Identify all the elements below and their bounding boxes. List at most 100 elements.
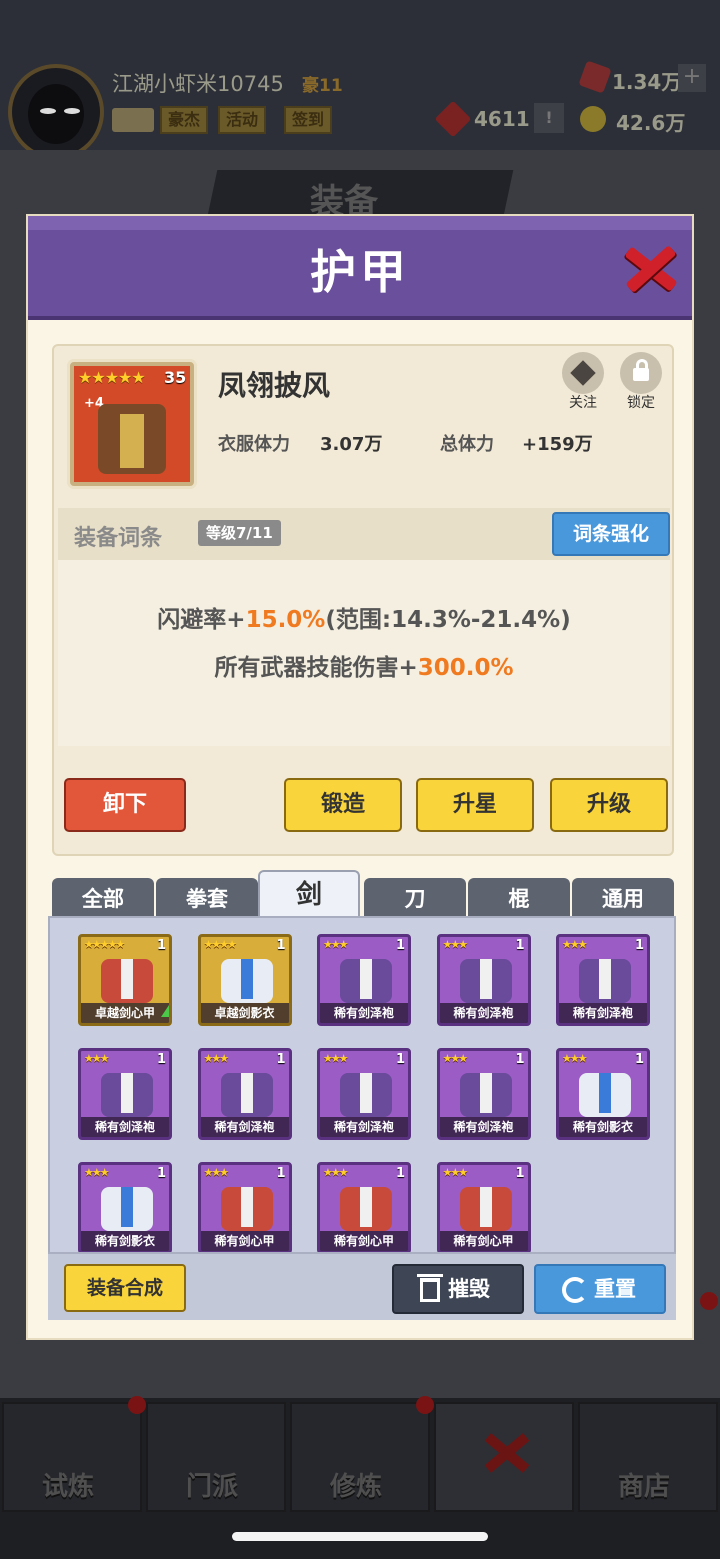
tab-gloves[interactable]: 拳套 (156, 878, 258, 918)
armor-collar (599, 959, 611, 999)
item-stars: ★★★★★ (84, 938, 125, 951)
item-name: 卓越剑心甲 (81, 1003, 169, 1023)
hero-button[interactable]: 豪杰 (160, 106, 209, 134)
tab-sword[interactable]: 剑 (258, 870, 360, 918)
item-name: 稀有剑泽袍 (81, 1117, 169, 1137)
affix-label: 装备词条 (74, 526, 163, 551)
item-count: 1 (396, 1052, 406, 1067)
affix-line-dodge: 闪避率+15.0%(范围:14.3%-21.4%) (58, 600, 670, 634)
item-stars: ★★★ (323, 938, 349, 951)
unequip-button[interactable]: 卸下 (64, 778, 186, 832)
item-count: 1 (276, 1166, 286, 1181)
follow-button[interactable]: 关注 (560, 352, 606, 412)
item-name: 凤翎披风 (218, 369, 331, 402)
inventory-item[interactable]: ★★★ 1 稀有剑泽袍 (78, 1048, 172, 1140)
inventory-item[interactable]: ★★★ 1 稀有剑心甲 (436, 1162, 531, 1254)
inventory-item[interactable]: ★★★ 1 稀有剑泽袍 (436, 1048, 531, 1140)
weapon-tabs: 全部 拳套 剑 刀 棍 通用 (52, 870, 674, 918)
item-name: 稀有剑泽袍 (200, 1117, 289, 1137)
item-stars: ★★★ (84, 1052, 110, 1065)
lock-button[interactable]: 锁定 (618, 352, 664, 412)
inventory-item[interactable]: ★★★ 1 稀有剑泽袍 (436, 934, 531, 1026)
inventory-item[interactable]: ★★★ 1 稀有剑泽袍 (197, 1048, 292, 1140)
notification-dot (700, 1292, 718, 1310)
item-stars: ★★★ (323, 1052, 349, 1065)
item-name: 稀有剑泽袍 (320, 1117, 408, 1137)
affix-body: 闪避率+15.0%(范围:14.3%-21.4%) 所有武器技能伤害+300.0… (58, 560, 670, 746)
level-up-button[interactable]: 升级 (550, 778, 668, 832)
nav-shop-label: 商店 (618, 1472, 671, 1502)
item-icon-frame[interactable]: ★★★★★ 35 +4 (70, 362, 194, 486)
item-name: 稀有剑泽袍 (439, 1117, 528, 1137)
inventory-item[interactable]: ★★★ 1 稀有剑影衣 (78, 1162, 172, 1254)
destroy-button[interactable]: 摧毁 (392, 1264, 524, 1314)
event-button[interactable]: 活动 (218, 106, 267, 134)
add-gems-button[interactable]: + (678, 64, 706, 92)
close-button[interactable] (620, 238, 680, 298)
inventory-item[interactable]: ★★★ 1 稀有剑泽袍 (317, 934, 411, 1026)
item-count: 1 (396, 1166, 406, 1181)
synthesize-button[interactable]: 装备合成 (64, 1264, 186, 1312)
token-count: 4611 (474, 107, 530, 131)
forge-button[interactable]: 锻造 (284, 778, 402, 832)
affix-enhance-button[interactable]: 词条强化 (552, 512, 670, 556)
armor-collar (240, 1073, 253, 1113)
affix-skill-value: 300.0% (417, 655, 514, 681)
inventory-item[interactable]: ★★★★★ 1 卓越剑心甲 (78, 934, 172, 1026)
affix-header: 装备词条 等级7/11 词条强化 (58, 508, 670, 560)
item-count: 1 (635, 1052, 645, 1067)
affix-level-badge: 等级7/11 (198, 520, 281, 546)
refresh-icon (562, 1277, 588, 1303)
modal-header: 护甲 (28, 216, 692, 320)
star-up-button[interactable]: 升星 (416, 778, 534, 832)
item-stars: ★★★ (323, 1166, 349, 1179)
item-stars: ★★★★★ (78, 368, 146, 387)
item-count: 1 (515, 1052, 525, 1067)
inventory-item[interactable]: ★★★ 1 稀有剑泽袍 (317, 1048, 411, 1140)
reset-label: 重置 (594, 1277, 636, 1301)
upgrade-arrow-icon (161, 1005, 169, 1017)
player-avatar[interactable] (8, 64, 104, 160)
item-name: 稀有剑影衣 (559, 1117, 647, 1137)
item-count: 1 (157, 1166, 167, 1181)
item-stars: ★★★ (442, 1166, 469, 1179)
follow-label: 关注 (569, 395, 597, 411)
armor-collar (479, 1187, 492, 1227)
nav-equipment[interactable] (434, 1402, 574, 1512)
alert-icon[interactable]: ! (534, 103, 564, 133)
affix-dodge-range: (范围:14.3%-21.4%) (325, 607, 571, 633)
item-stars: ★★★ (442, 938, 469, 951)
inventory-item[interactable]: ★★★ 1 稀有剑影衣 (556, 1048, 650, 1140)
item-stars: ★★★ (84, 1166, 110, 1179)
item-name: 稀有剑心甲 (320, 1231, 408, 1251)
item-stars: ★★★ (203, 1052, 230, 1065)
notification-dot (128, 1396, 146, 1414)
inventory-item[interactable]: ★★★ 1 稀有剑泽袍 (556, 934, 650, 1026)
gem-count: 1.34万 (612, 70, 682, 94)
item-name: 卓越剑影衣 (200, 1003, 289, 1023)
cloak-icon (98, 404, 166, 474)
reset-button[interactable]: 重置 (534, 1264, 666, 1314)
item-name: 稀有剑心甲 (439, 1231, 528, 1251)
tab-all[interactable]: 全部 (52, 878, 154, 918)
inventory-item[interactable]: ★★★ 1 稀有剑心甲 (197, 1162, 292, 1254)
armor-collar (121, 1187, 133, 1227)
rank-badge: 豪11 (302, 76, 343, 96)
home-indicator[interactable] (232, 1532, 488, 1541)
tab-blade[interactable]: 刀 (364, 878, 466, 918)
checkin-button[interactable]: 签到 (284, 106, 333, 134)
item-count: 1 (515, 1166, 525, 1181)
mail-icon[interactable] (112, 108, 154, 132)
inventory-actions: 装备合成 摧毁 重置 (48, 1252, 676, 1320)
item-stars: ★★★ (442, 1052, 469, 1065)
tab-general[interactable]: 通用 (572, 878, 674, 918)
lock-label: 锁定 (627, 395, 655, 411)
armor-modal: 护甲 ★★★★★ 35 +4 凤翎披风 衣服体力 3.07万 总体力 +159万… (26, 214, 694, 1340)
armor-collar (479, 959, 492, 999)
item-count: 1 (157, 938, 167, 953)
inventory-item[interactable]: ★★★ 1 稀有剑心甲 (317, 1162, 411, 1254)
affix-line-skill-damage: 所有武器技能伤害+300.0% (58, 648, 670, 682)
nav-sect-label: 门派 (186, 1472, 239, 1502)
inventory-item[interactable]: ★★★★ 1 卓越剑影衣 (197, 934, 292, 1026)
tab-staff[interactable]: 棍 (468, 878, 570, 918)
